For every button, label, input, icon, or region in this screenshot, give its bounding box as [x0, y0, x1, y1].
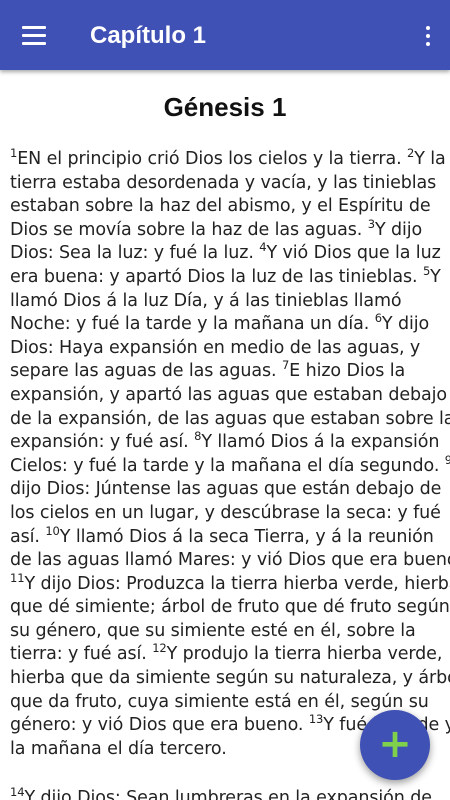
verse-text: estaban sobre la haz del abismo, y el Es…: [10, 196, 431, 217]
verse-number: 12: [152, 641, 167, 656]
chapter-content[interactable]: Génesis 1 1EN el principio crió Dios los…: [0, 70, 450, 800]
verse-text: los cielos en un lugar, y descúbrase la …: [10, 502, 441, 523]
text-line: separe las aguas de las aguas. 7E hizo D…: [10, 360, 438, 384]
text-line: expansión: y fué así. 8Y llamó Dios á la…: [10, 431, 440, 455]
text-line: 1EN el principio crió Dios los cielos y …: [10, 147, 446, 172]
verse-text: Y vió Dios que la luz: [266, 243, 441, 264]
verse-text: Y la: [414, 149, 446, 169]
verse-number: 9: [444, 452, 450, 467]
text-line: era buena: y apartó Dios la luz de las t…: [10, 265, 441, 290]
text-line: Cielos: y fué la tarde y la mañana el dí…: [10, 454, 450, 479]
chapter-heading: Génesis 1: [163, 92, 287, 122]
verse-text: dijo Dios: Júntense las aguas que están …: [10, 479, 442, 500]
text-line: Dios: Haya expansión en medio de las agu…: [10, 337, 438, 361]
verse-text: género: y vió Dios que era bueno.: [10, 715, 309, 736]
text-line: su género, que su simiente esté en él, s…: [10, 620, 438, 644]
text-line: tierra estaba desordenada y vacía, y las…: [10, 172, 438, 196]
verse-text: Y dijo: [381, 314, 430, 335]
verse-text: que dé simiente; árbol de fruto que dé f…: [10, 597, 450, 618]
verse-number: 10: [45, 523, 60, 538]
text-line: tierra: y fué así. 12Y produjo la tierra…: [10, 641, 442, 667]
verse-number: 6: [374, 311, 382, 326]
verse-text: Y produjo la tierra hierba verde,: [166, 644, 443, 665]
verse-text: que da fruto, cuya simiente está en él, …: [10, 691, 429, 712]
verse-text: su género, que su simiente esté en él, s…: [10, 620, 416, 641]
text-line: estaban sobre la haz del abismo, y el Es…: [10, 195, 438, 219]
text-line: Dios: Sea la luz: y fué la luz. 4Y vió D…: [10, 242, 441, 266]
verse-text: Y llamó Dios á la seca Tierra, y á la re…: [59, 526, 434, 547]
chapter-text: 1EN el principio crió Dios los cielos y …: [10, 147, 450, 800]
text-line: Dios se movía sobre la haz de las aguas.…: [10, 216, 438, 243]
add-button[interactable]: +: [360, 710, 430, 780]
verse-text: así.: [10, 526, 46, 547]
verse-text: tierra: y fué así.: [10, 644, 153, 665]
text-line: de la expansión, de las aguas que estaba…: [10, 408, 450, 432]
verse-text: separe las aguas de las aguas.: [10, 361, 282, 382]
more-vert-icon[interactable]: [416, 18, 440, 54]
text-line: 14Y dijo Dios: Sean lumbreras en la expa…: [10, 787, 438, 800]
app-bar: Capítulo 1: [0, 0, 450, 70]
verse-text: era buena: y apartó Dios la luz de las t…: [10, 266, 423, 287]
verse-number: 11: [10, 570, 25, 585]
verse-text: hierba que da simiente según su naturale…: [10, 668, 450, 689]
verse-text: Dios: Sea la luz: y fué la luz.: [10, 243, 260, 264]
verse-text: Y dijo Dios: Sean lumbreras en la expans…: [24, 788, 432, 800]
verse-text: Y dijo Dios: Produzca la tierra hierba v…: [24, 573, 450, 594]
verse-text: EN el principio crió Dios los cielos y l…: [17, 149, 408, 169]
verse-text: E hizo Dios la: [289, 361, 406, 382]
text-line: llamó Dios á la luz Día, y á las tiniebl…: [10, 290, 438, 314]
verse-text: Dios se movía sobre la haz de las aguas.: [10, 219, 368, 240]
verse-text: Cielos: y fué la tarde y la mañana el dí…: [10, 455, 445, 476]
hamburger-menu-icon[interactable]: [14, 18, 56, 54]
text-line: expansión, y apartó las aguas que estaba…: [10, 384, 447, 408]
verse-text: llamó Dios á la luz Día, y á las tiniebl…: [10, 290, 402, 311]
page-title: Capítulo 1: [90, 22, 207, 49]
text-line: así. 10Y llamó Dios á la seca Tierra, y …: [10, 523, 438, 550]
verse-text: expansión, y apartó las aguas que estaba…: [10, 384, 447, 405]
verse-text: Y dijo: [374, 219, 423, 240]
text-line: dijo Dios: Júntense las aguas que están …: [10, 478, 442, 502]
verse-text: la mañana el día tercero.: [10, 738, 227, 759]
verse-text: Noche: y fué la tarde y la mañana un día…: [10, 314, 375, 335]
text-line: de las aguas llamó Mares: y vió Dios que…: [10, 549, 450, 573]
verse-text: expansión: y fué así.: [10, 432, 195, 453]
verse-text: de las aguas llamó Mares: y vió Dios que…: [10, 550, 450, 571]
text-line: Noche: y fué la tarde y la mañana un día…: [10, 313, 438, 337]
verse-text: tierra estaba desordenada y vacía, y las…: [10, 172, 437, 193]
text-line: que da fruto, cuya simiente está en él, …: [10, 691, 438, 715]
verse-text: Y: [430, 266, 441, 287]
verse-number: 3: [367, 216, 375, 231]
verse-number: 13: [308, 712, 324, 727]
verse-text: de la expansión, de las aguas que estaba…: [10, 408, 450, 429]
verse-number: 14: [10, 785, 25, 800]
verse-text: Dios: Haya expansión en medio de las agu…: [10, 337, 421, 358]
text-line: que dé simiente; árbol de fruto que dé f…: [10, 596, 450, 620]
add-icon: +: [378, 721, 412, 767]
text-line: los cielos en un lugar, y descúbrase la …: [10, 502, 441, 526]
text-line: hierba que da simiente según su naturale…: [10, 667, 450, 691]
verse-text: Y llamó Dios á la expansión: [201, 432, 440, 453]
text-line: 11Y dijo Dios: Produzca la tierra hierba…: [10, 570, 450, 597]
